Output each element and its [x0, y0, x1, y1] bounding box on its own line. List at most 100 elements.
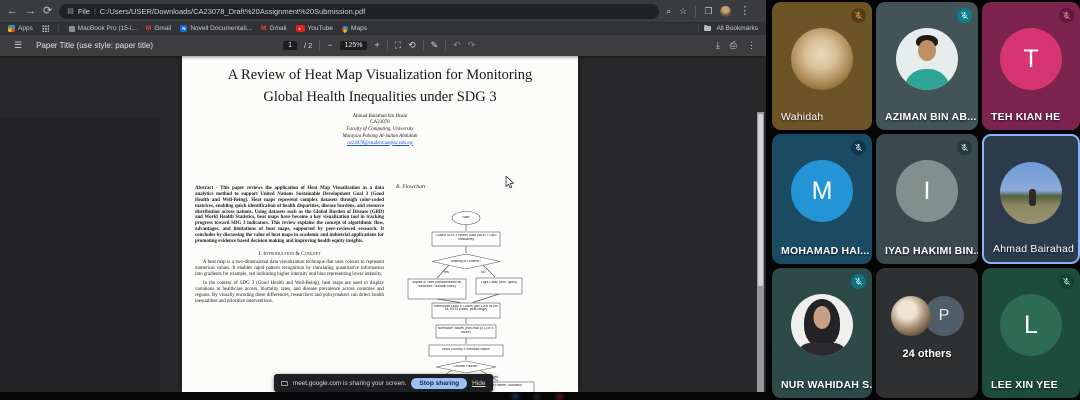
pdf-viewport: A Review of Heat Map Visualization for M… — [0, 56, 766, 392]
flow-harmonize: Harmonize Units & Codes (per 100k vs per… — [433, 305, 499, 313]
mouse-cursor — [505, 176, 514, 189]
bookmark-label: Apps — [18, 25, 33, 32]
divider — [423, 40, 424, 51]
participant-tile-iyad[interactable]: I IYAD HAKIMI BIN... — [876, 134, 978, 264]
paper-paragraph: In the context of SDG 3 (Good Health and… — [195, 281, 384, 305]
forward-icon[interactable]: → — [25, 6, 36, 17]
download-icon[interactable]: ⤓ — [716, 41, 720, 50]
pdf-more-icon[interactable]: ⋮ — [747, 41, 756, 50]
avatar: I — [896, 160, 958, 222]
scrollbar-thumb[interactable] — [758, 114, 763, 286]
page-number-input[interactable]: 1 — [283, 41, 297, 50]
print-icon[interactable]: ⎙ — [730, 41, 737, 50]
bookmark-macbook[interactable]: MacBook Pro (15-i... — [69, 25, 137, 32]
mic-off-icon — [957, 8, 972, 23]
bookmark-label: Maps — [351, 25, 367, 32]
author-id: CA23078 — [182, 120, 578, 127]
avatar — [791, 294, 853, 356]
avatar — [791, 28, 853, 90]
maps-pin-icon — [341, 24, 349, 32]
author-email-link[interactable]: ca23078@student.umpsa.edu.my — [182, 141, 578, 148]
divider — [445, 40, 446, 51]
pdf-controls: 1 / 2 − 125% + ⛶ ⟲ ✎ ↶ ↷ — [283, 35, 475, 56]
avatar-initial: I — [924, 177, 931, 206]
youtube-icon: ▸ — [296, 25, 305, 32]
favicon — [69, 26, 75, 32]
participant-tile-mohamad[interactable]: M MOHAMAD HAI... — [772, 134, 872, 264]
participant-name: Wahidah — [781, 111, 823, 123]
address-bar[interactable]: ▤ File | C:/Users/USER/Downloads/CA23078… — [59, 4, 659, 19]
bookmark-gmail[interactable]: MGmail — [146, 25, 171, 32]
participant-tile-lee[interactable]: L LEE XIN YEE — [982, 268, 1080, 398]
profile-avatar[interactable] — [720, 6, 731, 17]
tab-stack-icon[interactable]: ❐ — [704, 7, 712, 16]
address-divider: | — [94, 8, 96, 15]
folder-icon — [704, 26, 711, 31]
bookmark-maps[interactable]: Maps — [342, 25, 367, 32]
undo-icon[interactable]: ↶ — [453, 41, 461, 50]
back-icon[interactable]: ← — [7, 6, 18, 17]
participant-name: AZIMAN BIN AB... — [885, 111, 976, 123]
annotate-icon[interactable]: ✎ — [431, 41, 439, 50]
pdf-scrollbar[interactable] — [757, 112, 764, 392]
redo-icon[interactable]: ↷ — [468, 41, 476, 50]
flow-light-clean: Light Clean (trim, types) — [477, 281, 521, 285]
all-bookmarks[interactable]: | All Bookmarks — [698, 25, 758, 32]
bookmark-label: MacBook Pro (15-i... — [78, 25, 137, 32]
mic-off-icon — [851, 140, 866, 155]
share-toast-message: meet.google.com is sharing your screen. — [293, 380, 406, 387]
avatar — [1000, 162, 1062, 224]
paper-left-column: Abstract - This paper reviews the applic… — [195, 186, 384, 309]
search-icon[interactable]: ⌕ — [666, 7, 671, 16]
avatar-face — [918, 40, 936, 61]
paper-abstract: Abstract - This paper reviews the applic… — [195, 186, 384, 245]
gmail-icon: M — [261, 25, 266, 32]
participant-grid: Wahidah AZIMAN BIN AB... T TEH KIAN HE — [772, 0, 1080, 400]
decorative-smudge — [512, 394, 519, 399]
participant-tile-others[interactable]: P 24 others — [876, 268, 978, 398]
flow-impute: Impute & Filter (mean/median fill, winso… — [409, 281, 465, 289]
page-count: / 2 — [304, 41, 312, 50]
participant-tile-aziman[interactable]: AZIMAN BIN AB... — [876, 2, 978, 130]
participant-tile-ahmad-presenter[interactable]: Ahmad Bairahad — [982, 134, 1080, 264]
flow-matrix: Build Country × Indicator Matrix — [430, 348, 502, 352]
avatar-initial: T — [1023, 45, 1038, 74]
bookmark-youtube[interactable]: ▸YouTube — [296, 25, 334, 32]
participant-tile-wahidah[interactable]: Wahidah — [772, 2, 872, 130]
paper-paragraph: A heat map is a two-dimensional data vis… — [195, 260, 384, 278]
fit-page-icon[interactable]: ⛶ — [395, 41, 401, 50]
bookmark-star-icon[interactable]: ☆ — [679, 7, 687, 16]
reload-icon[interactable]: ⟳ — [43, 6, 52, 17]
bookmark-label: Gmail — [270, 25, 287, 32]
participant-name: NUR WAHIDAH S... — [781, 379, 872, 391]
zoom-in-icon[interactable]: + — [374, 41, 379, 50]
pdf-menu-icon[interactable]: ☰ — [14, 41, 22, 50]
address-scheme: File — [78, 7, 90, 16]
apps-grid-icon[interactable] — [42, 25, 49, 32]
bookmark-novell[interactable]: NNovell Documentati... — [180, 25, 252, 32]
bookmark-apps[interactable]: Apps — [8, 25, 33, 32]
screen-share-icon — [281, 381, 288, 386]
flow-start: Start — [452, 216, 480, 220]
rotate-icon[interactable]: ⟲ — [408, 41, 416, 50]
zoom-out-icon[interactable]: − — [327, 41, 332, 50]
apps-icon — [8, 25, 15, 32]
bookmark-gmail-2[interactable]: M Gmail — [261, 25, 286, 32]
stop-sharing-button[interactable]: Stop sharing — [411, 378, 467, 389]
hide-toast-link[interactable]: Hide — [472, 380, 485, 387]
participant-tile-teh[interactable]: T TEH KIAN HE — [982, 2, 1080, 130]
mic-off-icon — [1059, 8, 1074, 23]
flow-decision-missing: Missing or Outliers? — [436, 260, 496, 264]
avatar-initial: L — [1024, 311, 1038, 340]
address-url: C:/Users/USER/Downloads/CA23078_Draft%20… — [100, 7, 366, 16]
screen-share-toast: meet.google.com is sharing your screen. … — [274, 374, 493, 392]
shared-screen: ← → ⟳ ▤ File | C:/Users/USER/Downloads/C… — [0, 0, 766, 392]
participant-tile-nur[interactable]: NUR WAHIDAH S... — [772, 268, 872, 398]
zoom-level[interactable]: 125% — [340, 41, 368, 50]
browser-menu-icon[interactable]: ⋮ — [739, 6, 750, 17]
divider — [319, 40, 320, 51]
flow-decision-palette: Choose Palette? — [438, 365, 494, 369]
mic-off-icon — [851, 8, 866, 23]
divider — [695, 6, 696, 17]
flow-branch-yes: Yes — [443, 270, 449, 274]
